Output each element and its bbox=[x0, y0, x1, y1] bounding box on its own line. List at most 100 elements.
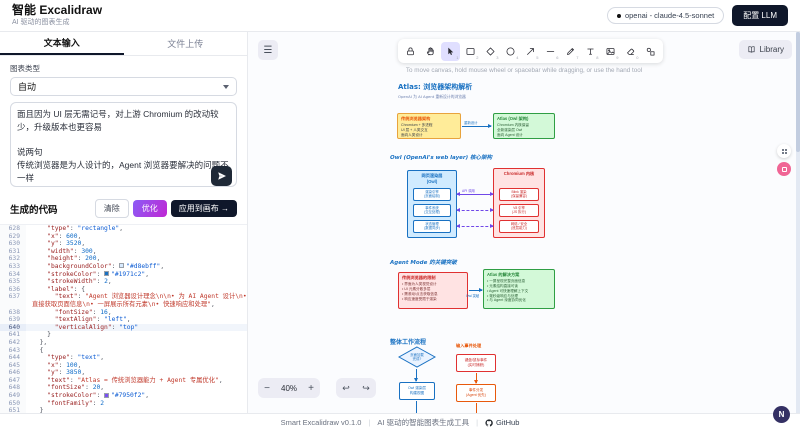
arrow-api-call-label: API 调用 bbox=[462, 188, 475, 193]
diagram-s1-subtitle: OpenAI 为 AI Agent 重新设计的浏览器 bbox=[398, 94, 466, 100]
footer-version: Smart Excalidraw v0.1.0 bbox=[281, 418, 362, 427]
chart-type-label: 图表类型 bbox=[10, 63, 237, 74]
qr-badge-button[interactable] bbox=[777, 162, 791, 176]
diagram-box-traditional-browser[interactable]: 传统浏览器架构 Chromium + 多进程 UI 层 + 人类交互 面向人类设… bbox=[397, 113, 461, 139]
container-subtitle: (Owl) bbox=[411, 179, 453, 184]
code-line: 629 "x": 600, bbox=[0, 233, 247, 241]
apply-to-canvas-button[interactable]: 应用到画布 → bbox=[171, 200, 237, 217]
tab-text-input[interactable]: 文本输入 bbox=[0, 32, 124, 55]
tool-eraser-button[interactable]: 0 bbox=[621, 42, 640, 61]
code-line: 645 "x": 100, bbox=[0, 362, 247, 370]
model-badge: openai - claude-4.5-sonnet bbox=[607, 7, 724, 24]
inner-box-line: (数据同步) bbox=[424, 226, 440, 230]
chromium-inner-box-3[interactable]: 网络 / 安全(底层能力) bbox=[499, 220, 539, 233]
code-line: 633 "backgroundColor": "#d8ebff", bbox=[0, 263, 247, 271]
chromium-inner-box-1[interactable]: Blink 渲染(保留兼容) bbox=[499, 188, 539, 201]
code-line: 648 "fontSize": 20, bbox=[0, 384, 247, 392]
app-title: 智能 Excalidraw bbox=[12, 4, 102, 18]
grid-icon bbox=[782, 149, 787, 154]
tool-line-button[interactable]: 6 bbox=[541, 42, 560, 61]
code-line: 641 } bbox=[0, 331, 247, 339]
diagram-s4-title: 整体工作流程 bbox=[390, 337, 426, 346]
zoom-out-button[interactable]: − bbox=[258, 383, 276, 394]
send-button[interactable] bbox=[211, 166, 232, 186]
send-icon bbox=[217, 171, 227, 181]
owl-inner-box-1[interactable]: 渲染引擎(页面绘制) bbox=[413, 188, 451, 201]
user-avatar[interactable]: N bbox=[773, 406, 790, 423]
flow-arrow-3 bbox=[476, 373, 477, 383]
owl-inner-box-2[interactable]: 事件系统(交互处理) bbox=[413, 204, 451, 217]
tool-lock-button[interactable] bbox=[401, 42, 420, 61]
box-title: Atlas (Owl 架构) bbox=[497, 116, 551, 122]
arrow-dashed-2[interactable] bbox=[457, 210, 493, 211]
status-dot-icon bbox=[617, 14, 621, 18]
canvas-hint: To move canvas, hold mouse wheel or spac… bbox=[248, 67, 800, 74]
owl-inner-box-3[interactable]: 状态管理(数据同步) bbox=[413, 220, 451, 233]
footer: Smart Excalidraw v0.1.0 | AI 驱动的智能图表生成工具… bbox=[0, 413, 800, 431]
diagram-s1-title: Atlas: 浏览器架构解析 bbox=[398, 82, 472, 92]
chromium-inner-box-2[interactable]: V8 引擎(JS 执行) bbox=[499, 204, 539, 217]
chart-type-select[interactable]: 自动 bbox=[10, 77, 237, 96]
menu-button[interactable]: ☰ bbox=[258, 40, 278, 60]
tool-ellipse-button[interactable]: 4 bbox=[501, 42, 520, 61]
undo-button[interactable]: ↩ bbox=[336, 383, 356, 394]
tool-more-shapes-button[interactable] bbox=[641, 42, 660, 61]
code-editor[interactable]: 628 "type": "rectangle",629 "x": 600,630… bbox=[0, 224, 247, 413]
color-swatch bbox=[104, 271, 109, 276]
redo-button[interactable]: ↪ bbox=[356, 383, 376, 394]
box-line: 面向 Agent 设计 bbox=[497, 133, 551, 138]
generated-code-label: 生成的代码 bbox=[10, 202, 91, 216]
flow-arrow-1 bbox=[416, 369, 417, 381]
zoom-controls: − 40% + bbox=[258, 378, 320, 398]
code-line: 638 "fontSize": 16, bbox=[0, 309, 247, 317]
tool-image-button[interactable]: 9 bbox=[601, 42, 620, 61]
inner-box-line: (页面绘制) bbox=[424, 194, 440, 198]
diagram-box-atlas[interactable]: Atlas (Owl 架构) Chromium 内核保留 全新渲染层 Owl 面… bbox=[493, 113, 555, 139]
tab-file-upload[interactable]: 文件上传 bbox=[124, 32, 248, 55]
color-swatch bbox=[119, 263, 124, 268]
tool-selection-button[interactable]: 1 bbox=[441, 42, 460, 61]
tool-draw-button[interactable]: 7 bbox=[561, 42, 580, 61]
box-title: 传统浏览器架构 bbox=[401, 116, 457, 122]
library-button[interactable]: Library bbox=[739, 40, 792, 59]
tool-arrow-button[interactable]: 5 bbox=[521, 42, 540, 61]
tool-hand-button[interactable] bbox=[421, 42, 440, 61]
book-icon bbox=[747, 45, 756, 54]
zoom-in-button[interactable]: + bbox=[302, 383, 320, 394]
arrow-api-call[interactable] bbox=[457, 194, 493, 195]
tool-diamond-button[interactable]: 3 bbox=[481, 42, 500, 61]
diagram-s3-title: Agent Mode 的关键突破 bbox=[390, 258, 457, 266]
github-link[interactable]: GitHub bbox=[485, 418, 519, 427]
flow-box-line: (Agent 优先) bbox=[457, 393, 495, 398]
prompt-textarea[interactable]: 面且因为 UI 层无需记号，对上游 Chromium 的改动较少，升级版本也更容… bbox=[10, 102, 237, 187]
code-line: 643 { bbox=[0, 347, 247, 355]
app-title-block: 智能 Excalidraw AI 驱动的图表生成 bbox=[12, 4, 102, 28]
github-icon bbox=[485, 419, 493, 427]
canvas-scrollbar[interactable] bbox=[796, 32, 800, 413]
diagram-box-solutions[interactable]: Atlas 的解决方案 • 一屏呈现完整页面信息 • 元素结构直接可读 • Ag… bbox=[483, 269, 555, 309]
flow-box-event-dispatch[interactable]: 事件分发 (Agent 优先) bbox=[456, 384, 496, 402]
zoom-level[interactable]: 40% bbox=[276, 384, 302, 393]
flow-diamond-page-load[interactable]: 页面加载完成? bbox=[398, 346, 436, 368]
flow-box-input-events[interactable]: 键盘/鼠标事件 (实时捕获) bbox=[456, 354, 496, 372]
canvas-area[interactable]: ☰ 1234567890 Library To move canvas, hol… bbox=[248, 32, 800, 413]
footer-separator: | bbox=[368, 418, 370, 427]
hamburger-icon: ☰ bbox=[264, 45, 273, 56]
clear-button[interactable]: 清除 bbox=[95, 199, 129, 218]
configure-llm-button[interactable]: 配置 LLM bbox=[732, 5, 788, 26]
header: 智能 Excalidraw AI 驱动的图表生成 openai - claude… bbox=[0, 0, 800, 32]
code-line: 631 "width": 300, bbox=[0, 248, 247, 256]
code-line: 628 "type": "rectangle", bbox=[0, 225, 247, 233]
sidebar: 文本输入 文件上传 图表类型 自动 面且因为 UI 层无需记号，对上游 Chro… bbox=[0, 32, 248, 413]
arrow-redesign[interactable] bbox=[462, 126, 491, 127]
canvas-grid-button[interactable] bbox=[777, 144, 791, 158]
tool-text-button[interactable]: 8 bbox=[581, 42, 600, 61]
optimize-button[interactable]: 优化 bbox=[133, 200, 167, 217]
tool-rectangle-button[interactable]: 2 bbox=[461, 42, 480, 61]
sidebar-tabs: 文本输入 文件上传 bbox=[0, 32, 247, 56]
code-line: 647 "text": "Atlas = 传统浏览器能力 + Agent 专属优… bbox=[0, 377, 247, 385]
arrow-owl-breakthrough[interactable] bbox=[469, 290, 482, 291]
flow-box-owl-render[interactable]: Owl 渲染层 构建视图 bbox=[399, 382, 435, 400]
arrow-dashed-3[interactable] bbox=[457, 226, 493, 227]
diagram-box-limitations[interactable]: 传统浏览器的限制 • 界面为人类视觉设计 • UI 元素分散多层 • 需滚动/点… bbox=[398, 272, 468, 309]
